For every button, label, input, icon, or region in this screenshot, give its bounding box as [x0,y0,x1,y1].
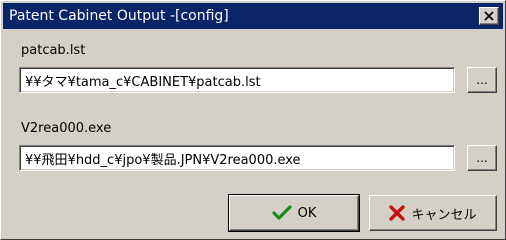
ok-button-label: OK [297,205,317,221]
v2rea-browse-button[interactable]: ... [467,145,497,171]
checkmark-icon [272,205,292,221]
patcab-browse-button[interactable]: ... [467,67,497,93]
ok-button[interactable]: OK [228,194,360,232]
window-title: Patent Cabinet Output -[config] [9,8,229,24]
cancel-button[interactable]: キャンセル [369,195,497,231]
close-button[interactable] [479,7,499,25]
title-bar[interactable]: Patent Cabinet Output -[config] [3,3,503,29]
red-x-icon [389,205,406,221]
patcab-path-input[interactable] [19,67,455,93]
patcab-label: patcab.lst [21,43,86,58]
close-icon [484,11,494,21]
v2rea-path-input[interactable] [19,145,455,171]
dialog-window: Patent Cabinet Output -[config] patcab.l… [0,0,506,240]
cancel-button-label: キャンセル [411,207,477,223]
v2rea-label: V2rea000.exe [21,121,112,136]
